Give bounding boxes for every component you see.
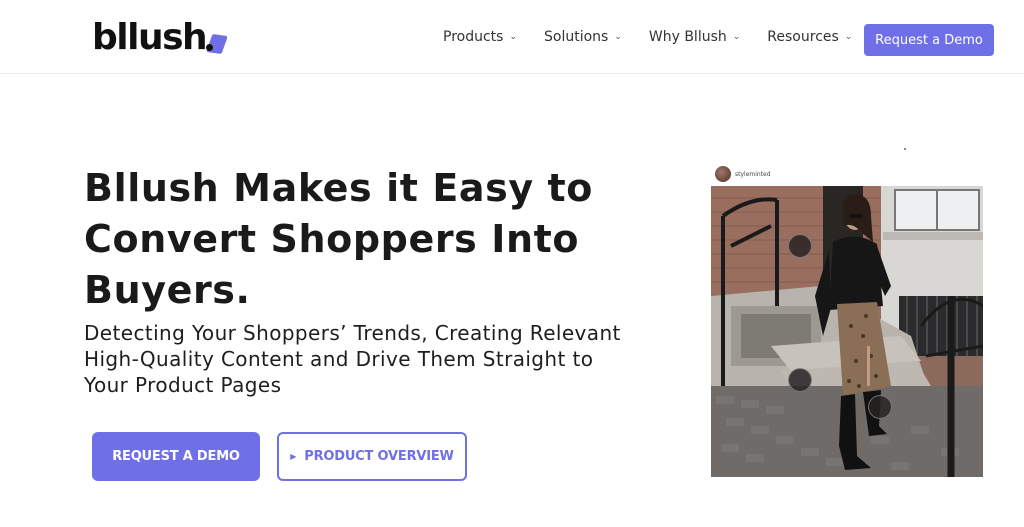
nav-item-label: Resources [767, 29, 839, 45]
shoppable-photo[interactable] [711, 186, 983, 477]
request-demo-button[interactable]: Request a Demo [864, 24, 994, 56]
decorative-dot [904, 148, 906, 150]
nav-item-products[interactable]: Products ⌄ [443, 29, 517, 45]
post-username: styleminted [735, 170, 771, 178]
hero-title: Bllush Makes it Easy to Convert Shoppers… [84, 166, 594, 312]
product-hotspot[interactable] [868, 395, 892, 419]
product-overview-button[interactable]: ▶ PRODUCT OVERVIEW [277, 432, 467, 481]
nav-item-solutions[interactable]: Solutions ⌄ [544, 29, 622, 45]
chevron-down-icon: ⌄ [732, 32, 741, 42]
request-demo-cta-button[interactable]: REQUEST A DEMO [92, 432, 260, 481]
chevron-down-icon: ⌄ [614, 32, 622, 42]
product-overview-label: PRODUCT OVERVIEW [304, 449, 454, 464]
nav-item-resources[interactable]: Resources ⌄ [767, 29, 852, 45]
logo-mark-icon [206, 33, 229, 55]
chevron-down-icon: ⌄ [844, 32, 853, 42]
hero-subtitle: Detecting Your Shoppers’ Trends, Creatin… [84, 321, 621, 397]
play-icon: ▶ [290, 452, 297, 461]
product-hotspot[interactable] [788, 368, 812, 392]
nav-item-label: Solutions [544, 29, 609, 45]
main-nav: Products ⌄ Solutions ⌄ Why Bllush ⌄ Reso… [443, 29, 879, 45]
nav-item-label: Why Bllush [648, 29, 727, 45]
site-header: bllush Products ⌄ Solutions ⌄ Why Bllush… [0, 0, 1024, 74]
product-hotspot[interactable] [788, 234, 812, 258]
chevron-down-icon: ⌄ [509, 32, 517, 42]
nav-item-label: Products [443, 29, 504, 45]
post-header: styleminted [715, 166, 771, 182]
logo-wordmark: bllush [92, 17, 208, 58]
street-photo-illustration [711, 186, 983, 477]
nav-item-why-bllush[interactable]: Why Bllush ⌄ [649, 29, 740, 45]
user-avatar [715, 166, 731, 182]
bllush-logo[interactable]: bllush [92, 14, 229, 58]
